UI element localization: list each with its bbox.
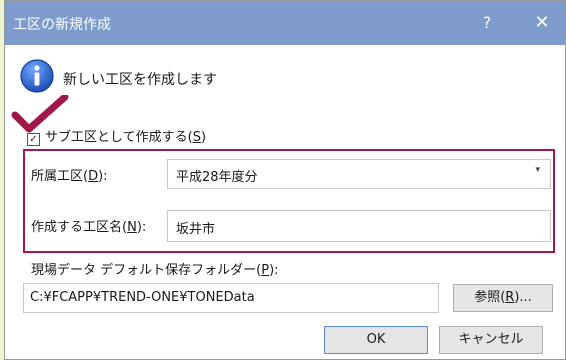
ok-button[interactable]: OK (324, 326, 428, 354)
browse-button[interactable]: 参照(R)... (453, 284, 553, 312)
section-name-value: 坂井市 (176, 222, 216, 237)
cancel-button[interactable]: キャンセル (439, 326, 543, 354)
info-message: 新しい工区を作成します (63, 72, 217, 88)
title-bar[interactable]: 工区の新規作成 ? ✕ (5, 1, 565, 45)
parent-section-value: 平成28年度分 (176, 170, 258, 185)
help-button[interactable]: ? (475, 11, 499, 35)
sub-section-checkbox[interactable]: ✓ (27, 133, 40, 146)
checkbox-check-icon: ✓ (29, 134, 38, 145)
parent-section-select[interactable]: 平成28年度分 ▾ (167, 159, 551, 189)
info-icon (20, 59, 54, 93)
close-button[interactable]: ✕ (529, 11, 555, 35)
section-name-label: 作成する工区名(N): (31, 220, 147, 235)
save-folder-value: C:¥FCAPP¥TREND-ONE¥TONEData (30, 290, 255, 305)
save-folder-label: 現場データ デフォルト保存フォルダー(P): (31, 263, 279, 278)
window-title: 工区の新規作成 (13, 17, 111, 33)
sub-section-checkbox-row[interactable]: ✓ サブ工区として作成する(S) (27, 126, 206, 146)
parent-section-label: 所属工区(D): (31, 169, 108, 184)
chevron-down-icon[interactable]: ▾ (535, 165, 540, 175)
sub-section-checkbox-label: サブ工区として作成する(S) (45, 130, 207, 145)
new-section-dialog: 工区の新規作成 ? ✕ 新しい工区を作成します ✓ サブ工区として作成する(S) … (4, 0, 566, 360)
section-name-input[interactable]: 坂井市 (167, 210, 551, 242)
save-folder-input[interactable]: C:¥FCAPP¥TREND-ONE¥TONEData (23, 283, 439, 313)
